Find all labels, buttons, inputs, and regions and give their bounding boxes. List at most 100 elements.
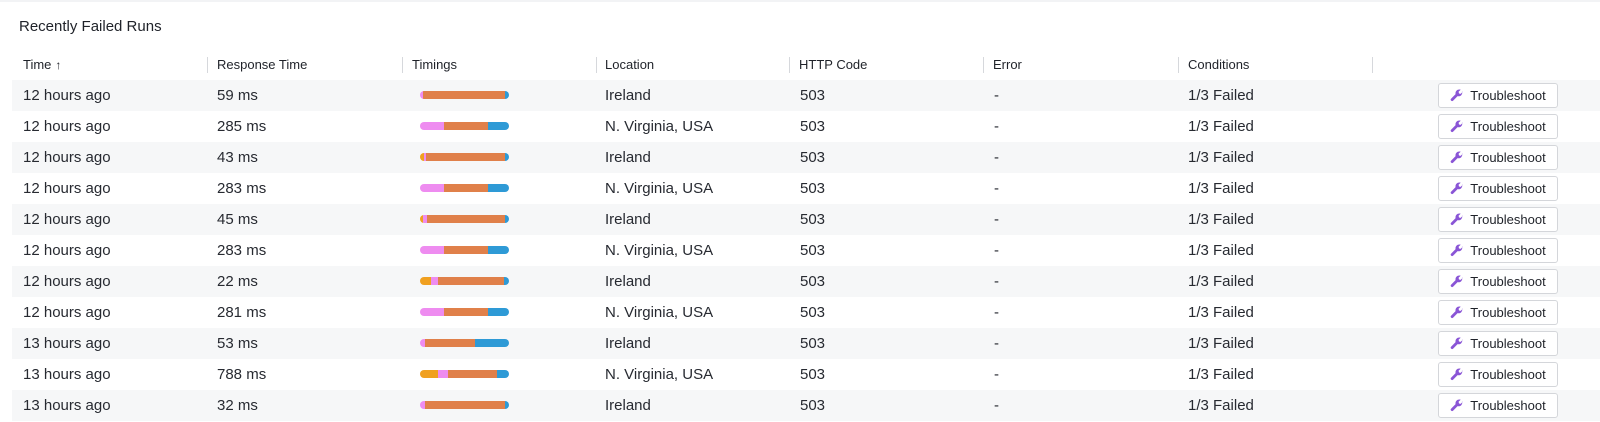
sort-ascending-icon: ↑ [55, 58, 62, 72]
error-value: - [994, 149, 999, 166]
troubleshoot-label: Troubleshoot [1470, 274, 1546, 289]
wrench-icon [1451, 336, 1464, 349]
timing-segment-red [425, 401, 505, 409]
error-value: - [994, 366, 999, 383]
table-row[interactable]: 13 hours ago 788 ms N. Virginia, USA 503… [12, 359, 1600, 390]
column-divider[interactable] [789, 57, 790, 73]
response-time: 283 ms [217, 242, 267, 259]
troubleshoot-label: Troubleshoot [1470, 398, 1546, 413]
troubleshoot-button[interactable]: Troubleshoot [1438, 207, 1558, 232]
location: N. Virginia, USA [605, 304, 714, 321]
troubleshoot-button[interactable]: Troubleshoot [1438, 393, 1558, 418]
timing-segment-red [444, 308, 488, 316]
timing-bar[interactable] [420, 308, 509, 316]
run-time: 12 hours ago [23, 304, 111, 321]
column-header-conditions[interactable]: Conditions [1188, 50, 1249, 80]
timing-segment-red [427, 215, 506, 223]
table-row[interactable]: 12 hours ago 283 ms N. Virginia, USA 503… [12, 173, 1600, 204]
timing-segment-red [444, 246, 488, 254]
location: Ireland [605, 211, 651, 228]
troubleshoot-label: Troubleshoot [1470, 150, 1546, 165]
timing-bar[interactable] [420, 246, 509, 254]
error-value: - [994, 242, 999, 259]
troubleshoot-label: Troubleshoot [1470, 181, 1546, 196]
response-time: 59 ms [217, 87, 258, 104]
column-header-location[interactable]: Location [605, 50, 654, 80]
column-header-time[interactable]: Time ↑ [23, 50, 61, 80]
conditions-status: 1/3 Failed [1188, 180, 1254, 197]
timing-segment-pink [420, 308, 445, 316]
timing-bar[interactable] [420, 401, 509, 409]
run-time: 12 hours ago [23, 180, 111, 197]
wrench-icon [1451, 367, 1464, 380]
troubleshoot-label: Troubleshoot [1470, 88, 1546, 103]
location: N. Virginia, USA [605, 118, 714, 135]
wrench-icon [1451, 243, 1464, 256]
timing-segment-red [448, 370, 498, 378]
conditions-status: 1/3 Failed [1188, 335, 1254, 352]
error-value: - [994, 304, 999, 321]
failed-runs-table: Time ↑ Response Time Timings Location HTT… [12, 50, 1600, 421]
wrench-icon [1451, 88, 1464, 101]
table-row[interactable]: 13 hours ago 32 ms Ireland 503 - 1/3 Fai… [12, 390, 1600, 421]
location: Ireland [605, 397, 651, 414]
failed-runs-panel: Recently Failed Runs Time ↑ Response Time… [0, 2, 1600, 422]
troubleshoot-button[interactable]: Troubleshoot [1438, 362, 1558, 387]
column-divider[interactable] [983, 57, 984, 73]
timing-segment-red [437, 277, 504, 285]
timing-bar[interactable] [420, 122, 509, 130]
column-divider[interactable] [207, 57, 208, 73]
response-time: 22 ms [217, 273, 258, 290]
error-value: - [994, 273, 999, 290]
column-divider[interactable] [1372, 57, 1373, 73]
http-code: 503 [800, 366, 826, 383]
response-time: 43 ms [217, 149, 258, 166]
column-divider[interactable] [596, 57, 597, 73]
troubleshoot-label: Troubleshoot [1470, 305, 1546, 320]
troubleshoot-button[interactable]: Troubleshoot [1438, 331, 1558, 356]
timing-segment-red [426, 153, 506, 161]
column-header-http-code[interactable]: HTTP Code [799, 50, 867, 80]
http-code: 503 [800, 180, 826, 197]
table-row[interactable]: 13 hours ago 53 ms Ireland 503 - 1/3 Fai… [12, 328, 1600, 359]
table-row[interactable]: 12 hours ago 43 ms Ireland 503 - 1/3 Fai… [12, 142, 1600, 173]
run-time: 12 hours ago [23, 87, 111, 104]
run-time: 12 hours ago [23, 118, 111, 135]
timing-bar[interactable] [420, 339, 509, 347]
response-time: 32 ms [217, 397, 258, 414]
column-divider[interactable] [1178, 57, 1179, 73]
location: Ireland [605, 335, 651, 352]
conditions-status: 1/3 Failed [1188, 149, 1254, 166]
timing-bar[interactable] [420, 215, 509, 223]
troubleshoot-button[interactable]: Troubleshoot [1438, 269, 1558, 294]
troubleshoot-button[interactable]: Troubleshoot [1438, 83, 1558, 108]
table-row[interactable]: 12 hours ago 22 ms Ireland 503 - 1/3 Fai… [12, 266, 1600, 297]
troubleshoot-button[interactable]: Troubleshoot [1438, 176, 1558, 201]
troubleshoot-button[interactable]: Troubleshoot [1438, 300, 1558, 325]
column-divider[interactable] [402, 57, 403, 73]
timing-bar[interactable] [420, 370, 509, 378]
troubleshoot-button[interactable]: Troubleshoot [1438, 114, 1558, 139]
troubleshoot-button[interactable]: Troubleshoot [1438, 145, 1558, 170]
column-header-response-time[interactable]: Response Time [217, 50, 307, 80]
timing-bar[interactable] [420, 91, 509, 99]
table-row[interactable]: 12 hours ago 59 ms Ireland 503 - 1/3 Fai… [12, 80, 1600, 111]
table-row[interactable]: 12 hours ago 45 ms Ireland 503 - 1/3 Fai… [12, 204, 1600, 235]
wrench-icon [1451, 181, 1464, 194]
troubleshoot-label: Troubleshoot [1470, 367, 1546, 382]
troubleshoot-button[interactable]: Troubleshoot [1438, 238, 1558, 263]
timing-segment-pink [420, 184, 445, 192]
table-row[interactable]: 12 hours ago 283 ms N. Virginia, USA 503… [12, 235, 1600, 266]
table-row[interactable]: 12 hours ago 285 ms N. Virginia, USA 503… [12, 111, 1600, 142]
timing-segment-blue [475, 339, 509, 347]
table-row[interactable]: 12 hours ago 281 ms N. Virginia, USA 503… [12, 297, 1600, 328]
conditions-status: 1/3 Failed [1188, 211, 1254, 228]
timing-bar[interactable] [420, 277, 509, 285]
conditions-status: 1/3 Failed [1188, 397, 1254, 414]
timing-bar[interactable] [420, 153, 509, 161]
run-time: 12 hours ago [23, 242, 111, 259]
column-header-error[interactable]: Error [993, 50, 1022, 80]
timing-bar[interactable] [420, 184, 509, 192]
column-header-timings[interactable]: Timings [412, 50, 457, 80]
timing-segment-orange [420, 370, 438, 378]
